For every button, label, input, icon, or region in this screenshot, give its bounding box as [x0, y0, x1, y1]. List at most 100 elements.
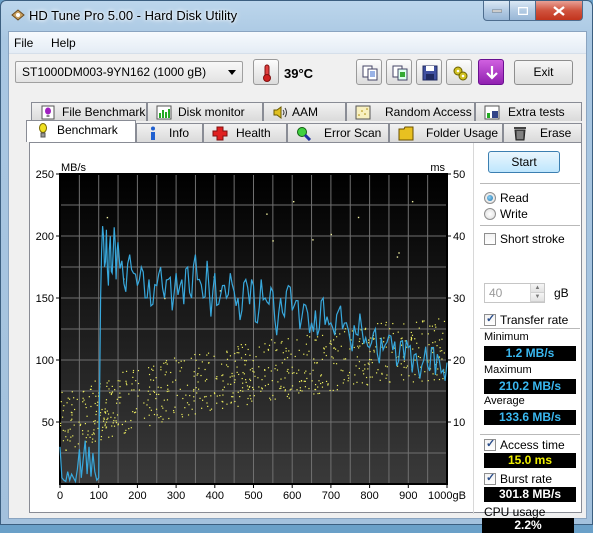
access-time-point: [62, 429, 64, 432]
tab-file-benchmark[interactable]: File Benchmark: [31, 102, 147, 121]
access-time-point: [264, 343, 266, 345]
access-time-point: [80, 423, 82, 425]
access-time-point: [111, 392, 113, 394]
access-time-point: [241, 346, 244, 349]
access-time-point: [234, 352, 236, 355]
menu-help[interactable]: Help: [51, 36, 76, 50]
y-axis-label: MB/s: [61, 162, 87, 174]
access-time-point: [230, 401, 232, 403]
radio-selected-icon: [484, 192, 496, 204]
access-time-point: [101, 429, 103, 432]
stepper-up-icon[interactable]: ▲: [531, 284, 544, 293]
access-time-point: [242, 382, 244, 384]
tab-disk-monitor[interactable]: Disk monitor: [147, 102, 263, 121]
tab-info[interactable]: Info: [136, 123, 203, 142]
separator: [480, 225, 580, 226]
close-button[interactable]: [536, 1, 583, 21]
save-button[interactable]: [416, 59, 442, 85]
access-time-point: [60, 425, 62, 427]
access-time-point: [203, 396, 206, 398]
access-time-point: [165, 360, 168, 362]
copy-screenshot-button[interactable]: [386, 59, 412, 85]
maximum-value: 210.2 MB/s: [484, 379, 576, 394]
minimum-value: 1.2 MB/s: [484, 346, 576, 361]
benchmark-sidebar: Start Read Write Short stroke 40 ▲ ▼ gB …: [473, 143, 583, 519]
tab-benchmark[interactable]: Benchmark: [26, 120, 136, 142]
maximize-button[interactable]: [510, 1, 536, 21]
access-time-point: [373, 351, 375, 353]
access-time-point: [375, 372, 378, 374]
separator: [480, 434, 580, 435]
access-time-point: [106, 385, 108, 387]
burst-rate-checkbox[interactable]: Burst rate: [484, 471, 552, 486]
download-button[interactable]: [478, 59, 504, 85]
access-time-point: [85, 437, 87, 439]
access-time-point: [194, 413, 196, 415]
options-button[interactable]: [446, 59, 472, 85]
title-bar[interactable]: HD Tune Pro 5.00 - Hard Disk Utility: [1, 1, 592, 31]
access-time-point: [181, 416, 184, 418]
access-time-point: [70, 411, 72, 413]
access-time-point: [71, 414, 73, 416]
access-time-label: Access time: [500, 438, 565, 452]
access-time-point: [306, 334, 308, 337]
exit-button[interactable]: Exit: [514, 60, 573, 85]
access-time-point: [105, 402, 107, 404]
copy-text-button[interactable]: [356, 59, 382, 85]
short-stroke-size-stepper[interactable]: 40 ▲ ▼: [484, 283, 545, 303]
access-time-point: [249, 379, 252, 382]
access-time-point: [370, 337, 372, 339]
access-time-point: [137, 395, 139, 397]
access-time-point: [303, 353, 305, 355]
access-time-point: [441, 338, 443, 340]
access-time-point: [119, 380, 121, 382]
tab-health[interactable]: Health: [203, 123, 287, 142]
access-time-point: [183, 360, 185, 362]
temperature-button[interactable]: [253, 59, 279, 85]
tab-folder-usage[interactable]: Folder Usage: [389, 123, 503, 142]
access-time-point: [439, 347, 441, 349]
access-time-point: [63, 405, 65, 407]
access-time-point: [304, 380, 306, 382]
tab-aam[interactable]: AAM: [263, 102, 346, 121]
start-button[interactable]: Start: [488, 151, 560, 173]
access-time-point: [158, 393, 160, 396]
access-time-point: [158, 417, 160, 419]
tab-error-scan[interactable]: Error Scan: [287, 123, 389, 142]
access-time-checkbox[interactable]: Access time: [484, 437, 565, 452]
access-time-point: [296, 372, 298, 374]
access-time-point: [219, 394, 221, 397]
menu-file[interactable]: File: [14, 36, 33, 50]
access-time-point: [410, 331, 412, 334]
access-time-point: [323, 347, 325, 349]
access-time-point: [186, 402, 189, 404]
access-time-point: [95, 413, 97, 416]
access-time-point: [167, 388, 169, 390]
drive-select[interactable]: ST1000DM003-9YN162 (1000 gB): [15, 61, 243, 83]
access-time-point: [296, 339, 298, 341]
minimize-button[interactable]: [483, 1, 510, 21]
transfer-rate-checkbox[interactable]: Transfer rate: [484, 312, 568, 327]
access-time-point: [282, 352, 284, 354]
access-time-point: [304, 386, 307, 388]
access-time-point: [105, 399, 108, 401]
access-time-point: [189, 394, 191, 397]
access-time-point: [133, 389, 135, 391]
access-time-point: [204, 380, 207, 382]
access-time-point: [244, 359, 246, 362]
access-time-point: [135, 408, 138, 410]
access-time-point: [361, 382, 363, 384]
stepper-down-icon[interactable]: ▼: [531, 293, 544, 302]
read-radio[interactable]: Read: [484, 191, 529, 205]
tab-erase[interactable]: Erase: [503, 123, 582, 142]
short-stroke-checkbox[interactable]: Short stroke: [484, 232, 565, 246]
write-radio[interactable]: Write: [484, 207, 528, 221]
access-time-point: [371, 376, 373, 378]
access-time-point: [443, 320, 446, 323]
tab-extra-tests[interactable]: Extra tests: [475, 102, 582, 121]
tab-random-access[interactable]: Random Access: [346, 102, 475, 121]
access-time-point: [60, 401, 62, 403]
access-time-point: [87, 430, 89, 432]
access-time-point: [70, 436, 72, 438]
access-time-point: [205, 395, 207, 398]
